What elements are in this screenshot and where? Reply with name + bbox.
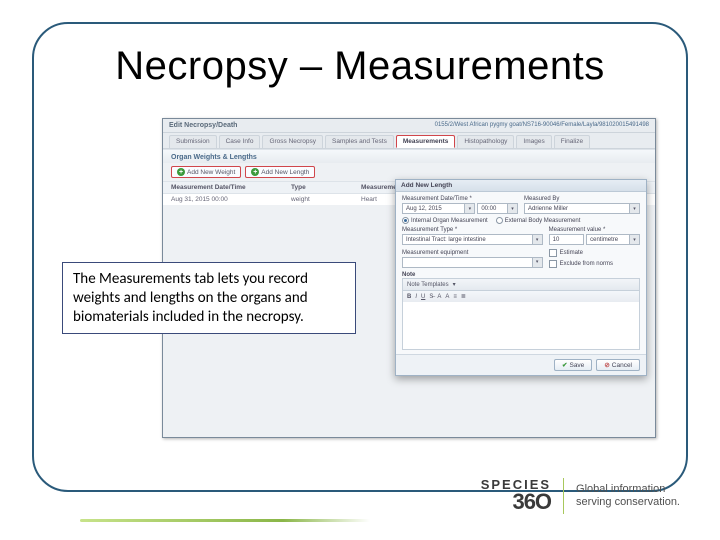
brand-tagline: Global information serving conservation. [576, 483, 680, 509]
list-unordered-icon[interactable]: ≣ [461, 293, 466, 300]
tab-finalize[interactable]: Finalize [554, 135, 590, 148]
value-unit: centimetre [590, 237, 618, 243]
cancel-button[interactable]: ⊘ Cancel [596, 359, 640, 371]
measured-by-field[interactable]: Adrienne Miller ▾ [524, 203, 640, 214]
slide-title: Necropsy – Measurements [0, 44, 720, 89]
brand-tag2: serving conservation. [576, 496, 680, 509]
value-label: Measurement value * [549, 227, 640, 233]
col-date: Measurement Date/Time [171, 184, 291, 191]
measurement-unit-field[interactable]: centimetre ▾ [586, 234, 640, 245]
strike-icon[interactable]: S̶ [429, 294, 433, 300]
measurement-scope-radios: Internal Organ Measurement External Body… [402, 217, 640, 224]
list-ordered-icon[interactable]: ≡ [453, 294, 457, 300]
add-length-label: Add New Length [261, 169, 309, 176]
note-templates-label: Note Templates [407, 282, 449, 288]
save-button[interactable]: ✔ Save [554, 359, 592, 371]
dialog-body: Measurement Date/Time * Aug 12, 2015 ▾ 0… [396, 192, 646, 354]
underline-icon[interactable]: U [421, 294, 425, 300]
col-type: Type [291, 184, 361, 191]
time-field[interactable]: 00:00 ▾ [477, 203, 518, 214]
equipment-label: Measurement equipment [402, 250, 543, 256]
chevron-down-icon[interactable]: ▾ [532, 258, 542, 267]
chevron-down-icon[interactable]: ▾ [629, 235, 639, 244]
save-icon: ✔ [562, 361, 567, 369]
date-label: Measurement Date/Time * [402, 196, 518, 202]
brand-logo: SPECIES 36O [481, 479, 551, 512]
chevron-down-icon: ▾ [453, 281, 456, 288]
note-textarea[interactable] [402, 302, 640, 350]
exclude-label: Exclude from norms [560, 261, 613, 267]
equipment-field[interactable]: ▾ [402, 257, 543, 268]
radio-internal-label: Internal Organ Measurement [411, 218, 488, 224]
brand-block: SPECIES 36O Global information serving c… [481, 478, 680, 514]
add-new-weight-button[interactable]: + Add New Weight [171, 166, 241, 178]
note-toolbar: B I U S̶ A A ≡ ≣ [402, 291, 640, 302]
exclude-checkbox[interactable]: Exclude from norms [549, 260, 640, 268]
bold-icon[interactable]: B [407, 294, 411, 300]
brand-separator [563, 478, 564, 514]
cancel-label: Cancel [612, 362, 632, 369]
italic-icon[interactable]: I [415, 294, 417, 300]
plus-icon: + [251, 168, 259, 176]
measured-by-label: Measured By [524, 196, 640, 202]
add-new-length-dialog: Add New Length Measurement Date/Time * A… [395, 179, 647, 376]
date-value: Aug 12, 2015 [406, 206, 442, 212]
estimate-label: Estimate [560, 250, 583, 256]
window-title: Edit Necropsy/Death [169, 122, 237, 129]
cell-date: Aug 31, 2015 00:00 [171, 196, 291, 203]
radio-icon [402, 217, 409, 224]
add-weight-label: Add New Weight [187, 169, 235, 176]
chevron-down-icon[interactable]: ▾ [532, 235, 542, 244]
brand-line2: 36O [481, 492, 551, 513]
measured-by-value: Adrienne Miller [528, 206, 568, 212]
estimate-checkbox[interactable]: Estimate [549, 249, 640, 257]
cancel-icon: ⊘ [604, 361, 609, 369]
measurement-type-field[interactable]: Intestinal Tract: large intestine ▾ [402, 234, 543, 245]
section-title: Organ Weights & Lengths [163, 149, 655, 163]
tab-histopathology[interactable]: Histopathology [457, 135, 514, 148]
tab-case-info[interactable]: Case Info [219, 135, 261, 148]
value-number: 10 [553, 237, 560, 243]
type-label: Measurement Type * [402, 227, 543, 233]
type-value: Intestinal Tract: large intestine [406, 237, 486, 243]
accent-bar [80, 519, 370, 522]
calendar-icon[interactable]: ▾ [464, 204, 474, 213]
radio-icon [496, 217, 503, 224]
tab-submission[interactable]: Submission [169, 135, 217, 148]
measurement-value-field[interactable]: 10 [549, 234, 585, 245]
dialog-title: Add New Length [396, 180, 646, 192]
note-templates-bar[interactable]: Note Templates ▾ [402, 278, 640, 291]
add-new-length-button[interactable]: + Add New Length [245, 166, 315, 178]
radio-internal[interactable]: Internal Organ Measurement [402, 217, 488, 224]
save-label: Save [569, 362, 584, 369]
tab-images[interactable]: Images [516, 135, 551, 148]
chevron-down-icon[interactable]: ▾ [507, 204, 517, 213]
tab-measurements[interactable]: Measurements [396, 135, 456, 148]
checkbox-icon [549, 249, 557, 257]
checkbox-icon [549, 260, 557, 268]
font-color-icon[interactable]: A [437, 294, 441, 300]
screenshot-header: Edit Necropsy/Death 0155/2/West African … [163, 119, 655, 133]
tab-strip: Submission Case Info Gross Necropsy Samp… [163, 133, 655, 149]
dialog-footer: ✔ Save ⊘ Cancel [396, 354, 646, 375]
plus-icon: + [177, 168, 185, 176]
tab-samples-tests[interactable]: Samples and Tests [325, 135, 394, 148]
record-path: 0155/2/West African pygmy goat/NS716-900… [435, 122, 649, 129]
cell-type: weight [291, 196, 361, 203]
time-value: 00:00 [481, 206, 496, 212]
radio-external[interactable]: External Body Measurement [496, 217, 581, 224]
brand-tag1: Global information [576, 483, 680, 496]
callout-text: The Measurements tab lets you record wei… [73, 270, 308, 326]
highlight-icon[interactable]: A [445, 294, 449, 300]
date-field[interactable]: Aug 12, 2015 ▾ [402, 203, 475, 214]
tab-gross-necropsy[interactable]: Gross Necropsy [262, 135, 323, 148]
callout-box: The Measurements tab lets you record wei… [62, 262, 356, 334]
radio-external-label: External Body Measurement [505, 218, 581, 224]
chevron-down-icon[interactable]: ▾ [629, 204, 639, 213]
